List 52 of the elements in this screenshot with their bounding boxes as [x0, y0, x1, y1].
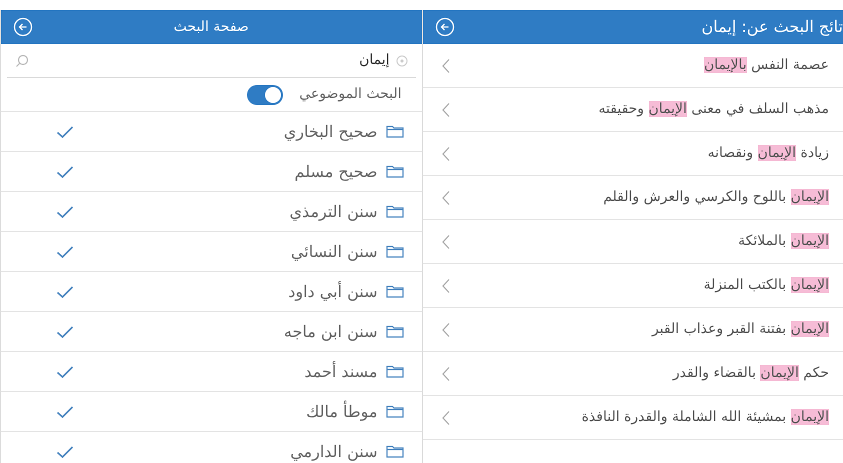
book-name[interactable]: صحيح مسلم	[294, 160, 378, 184]
page-title: تائج البحث عن: إيمان	[702, 16, 843, 38]
result-item[interactable]: الإيمان بمشيئة الله الشاملة والقدرة النافذة	[582, 407, 829, 428]
folder-icon	[386, 125, 404, 138]
check-icon[interactable]	[56, 324, 74, 338]
folder-icon	[386, 205, 404, 218]
book-name[interactable]: سنن الدارمي	[290, 440, 378, 463]
chevron-left-icon[interactable]	[440, 58, 450, 74]
check-icon[interactable]	[56, 164, 74, 178]
book-name[interactable]: سنن الترمذي	[290, 200, 378, 224]
result-item[interactable]: الإيمان باللوح والكرسي والعرش والقلم	[603, 187, 829, 208]
toggle-switch[interactable]	[247, 84, 284, 104]
chevron-left-icon[interactable]	[440, 322, 450, 338]
chevron-left-icon[interactable]	[440, 234, 450, 250]
toggle-label: البحث الموضوعي	[299, 85, 402, 104]
check-icon[interactable]	[56, 444, 74, 458]
book-name[interactable]: مسند أحمد	[304, 360, 378, 384]
folder-icon	[386, 405, 404, 418]
folder-icon	[386, 365, 404, 378]
check-icon[interactable]	[56, 124, 74, 138]
check-icon[interactable]	[56, 364, 74, 378]
result-item[interactable]: الإيمان بالكتب المنزلة	[704, 275, 829, 296]
search-field[interactable]: إيمان	[29, 50, 396, 71]
book-name[interactable]: سنن ابن ماجه	[284, 320, 378, 344]
book-name[interactable]: موطأ مالك	[306, 400, 378, 424]
check-icon[interactable]	[56, 404, 74, 418]
chevron-left-icon[interactable]	[440, 146, 450, 162]
chevron-left-icon[interactable]	[440, 278, 450, 294]
folder-icon	[386, 165, 404, 178]
back-icon[interactable]	[13, 17, 33, 37]
result-item[interactable]: زيادة الإيمان ونقصانه	[708, 143, 829, 164]
folder-icon	[386, 445, 404, 458]
result-item[interactable]: عصمة النفس بالإيمان	[704, 55, 829, 76]
book-name[interactable]: سنن أبي داود	[288, 280, 378, 304]
page-title: صفحة البحث	[174, 18, 249, 36]
chevron-left-icon[interactable]	[440, 190, 450, 206]
result-item[interactable]: الإيمان بفتنة القبر وعذاب القبر	[652, 319, 829, 340]
folder-icon	[386, 325, 404, 338]
check-icon[interactable]	[56, 244, 74, 258]
check-icon[interactable]	[56, 284, 74, 298]
book-name[interactable]: صحيح البخاري	[284, 120, 378, 144]
result-item[interactable]: مذهب السلف في معنى الإيمان وحقيقته	[598, 99, 829, 120]
chevron-left-icon[interactable]	[440, 410, 450, 426]
chevron-left-icon[interactable]	[440, 366, 450, 382]
folder-icon	[386, 245, 404, 258]
folder-icon	[386, 285, 404, 298]
result-item[interactable]: حكم الإيمان بالقضاء والقدر	[672, 363, 829, 384]
chevron-left-icon[interactable]	[440, 102, 450, 118]
book-name[interactable]: سنن النسائي	[290, 240, 378, 264]
check-icon[interactable]	[56, 204, 74, 218]
result-item[interactable]: الإيمان بالملائكة	[738, 231, 829, 252]
back-icon[interactable]	[434, 17, 454, 37]
